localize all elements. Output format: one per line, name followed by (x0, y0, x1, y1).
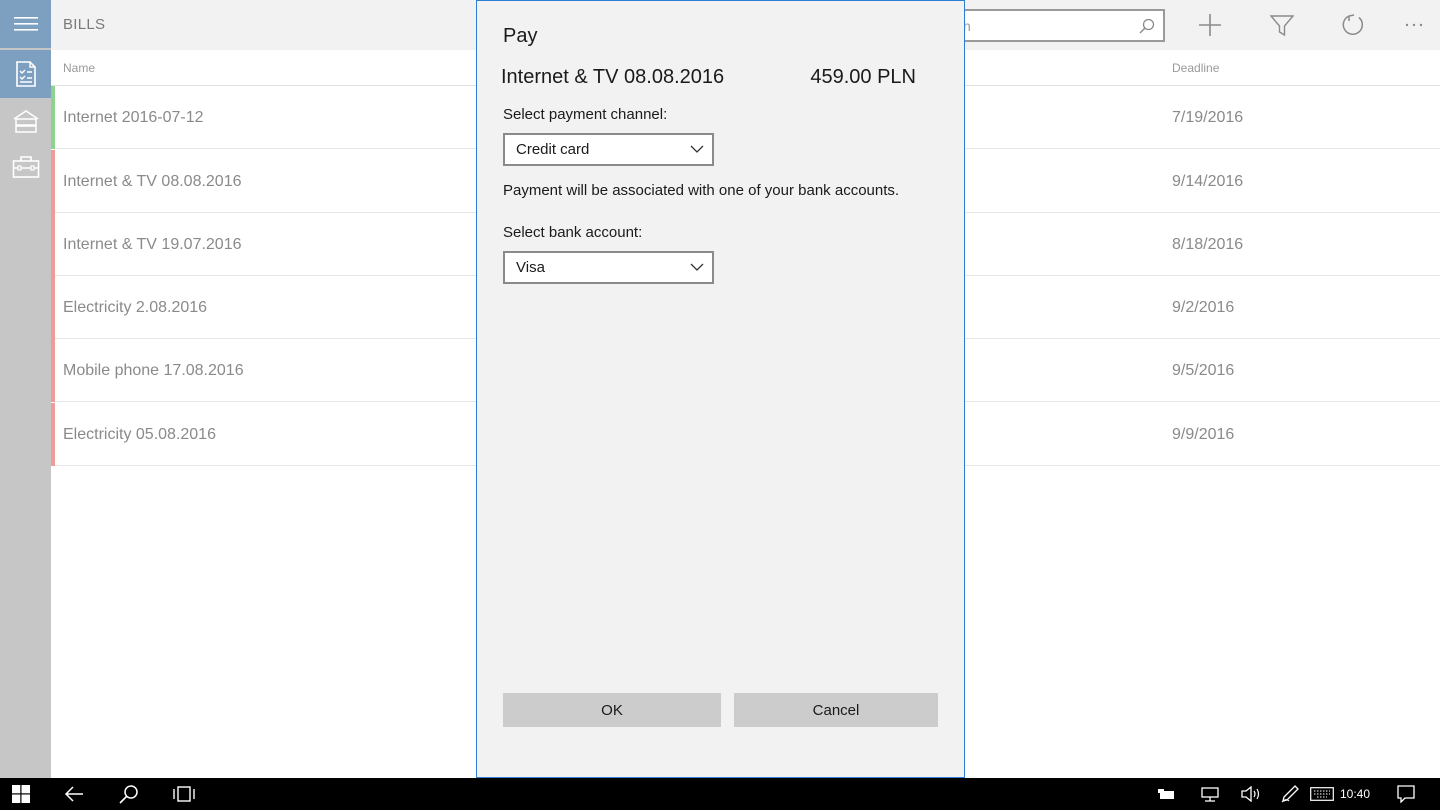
bill-deadline: 9/5/2016 (1172, 362, 1235, 379)
bill-name: Mobile phone 17.08.2016 (63, 362, 244, 379)
battery-icon (1158, 789, 1174, 799)
refresh-icon (1342, 14, 1364, 35)
dialog-bill-name: Internet & TV 08.08.2016 (501, 66, 725, 88)
nav-briefcase-button[interactable] (0, 143, 51, 191)
payment-channel-label: Select payment channel: (503, 106, 668, 123)
network-icon (1201, 787, 1219, 802)
search-icon (119, 785, 138, 804)
dialog-title: Pay (503, 25, 538, 47)
filter-icon (1270, 15, 1294, 37)
bill-name: Internet & TV 19.07.2016 (63, 236, 242, 253)
bill-name: Electricity 2.08.2016 (63, 299, 208, 316)
bill-deadline: 7/19/2016 (1172, 109, 1244, 126)
touch-keyboard-button[interactable] (1309, 782, 1335, 806)
payment-channel-value: Credit card (516, 141, 590, 158)
network-button[interactable] (1199, 782, 1221, 806)
status-stripe (51, 403, 55, 466)
battery-button[interactable] (1156, 782, 1178, 806)
pen-icon (1281, 785, 1299, 803)
page-title: BILLS (63, 16, 106, 33)
pay-dialog: Pay Internet & TV 08.08.2016 459.00 PLN … (476, 0, 965, 778)
status-stripe (51, 276, 55, 339)
keyboard-icon (1310, 787, 1334, 801)
bank-icon (13, 110, 38, 133)
more-icon (1405, 23, 1423, 27)
bill-deadline: 9/2/2016 (1172, 299, 1235, 316)
bill-name: Internet & TV 08.08.2016 (63, 173, 242, 190)
taskbar: 10:40 (0, 778, 1440, 810)
refresh-button[interactable] (1340, 12, 1366, 38)
column-header-name[interactable]: Name (63, 61, 95, 75)
task-view-icon (173, 786, 195, 802)
search-icon[interactable] (1139, 18, 1155, 34)
action-center-button[interactable] (1394, 782, 1418, 806)
bill-name: Internet 2016-07-12 (63, 109, 204, 126)
bank-account-value: Visa (516, 259, 545, 276)
volume-button[interactable] (1240, 782, 1262, 806)
bill-deadline: 8/18/2016 (1172, 236, 1244, 253)
windows-logo-icon (12, 785, 30, 803)
hamburger-menu-button[interactable] (0, 0, 51, 48)
task-view-button[interactable] (171, 782, 197, 806)
status-stripe (51, 213, 55, 276)
bill-deadline: 9/9/2016 (1172, 426, 1235, 443)
back-arrow-icon (64, 786, 83, 802)
dialog-amount: 459.00 PLN (810, 66, 916, 88)
notification-icon (1397, 785, 1415, 803)
chevron-down-icon (690, 145, 704, 153)
status-stripe (51, 339, 55, 402)
info-text: Payment will be associated with one of y… (503, 182, 900, 199)
pen-button[interactable] (1279, 782, 1301, 806)
speaker-icon (1241, 786, 1260, 802)
hamburger-icon (13, 17, 38, 31)
back-button[interactable] (62, 782, 86, 806)
briefcase-icon (12, 156, 39, 178)
status-stripe (51, 150, 55, 213)
document-checklist-icon (15, 61, 36, 87)
add-button[interactable] (1197, 12, 1223, 38)
payment-channel-select[interactable]: Credit card (503, 133, 714, 166)
filter-button[interactable] (1269, 12, 1295, 38)
status-stripe (51, 86, 55, 149)
nav-bills-button[interactable] (0, 50, 51, 98)
taskbar-clock[interactable]: 10:40 (1340, 787, 1370, 801)
bank-account-select[interactable]: Visa (503, 251, 714, 284)
plus-icon (1199, 14, 1221, 36)
bill-name: Electricity 05.08.2016 (63, 426, 216, 443)
column-header-deadline[interactable]: Deadline (1172, 61, 1219, 75)
chevron-down-icon (690, 263, 704, 271)
cancel-button[interactable]: Cancel (734, 693, 938, 727)
ok-button[interactable]: OK (503, 693, 721, 727)
bill-deadline: 9/14/2016 (1172, 173, 1244, 190)
navigation-rail (0, 0, 51, 778)
more-options-button[interactable] (1401, 12, 1427, 38)
taskbar-search-button[interactable] (117, 782, 141, 806)
nav-bank-button[interactable] (0, 97, 51, 145)
bank-account-label: Select bank account: (503, 224, 643, 241)
start-button[interactable] (10, 782, 32, 806)
